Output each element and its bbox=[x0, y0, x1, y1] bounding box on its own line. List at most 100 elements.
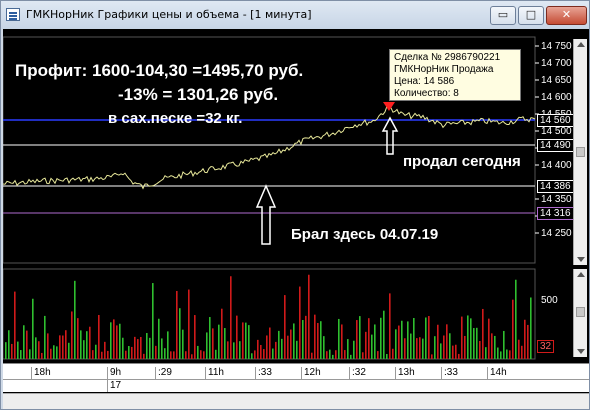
volume-bar bbox=[119, 323, 121, 359]
maximize-button[interactable]: □ bbox=[518, 6, 544, 25]
volume-bar bbox=[344, 350, 346, 359]
volume-bar bbox=[422, 338, 424, 359]
volume-bar bbox=[347, 339, 349, 359]
volume-bar bbox=[62, 335, 64, 359]
volume-bar bbox=[314, 314, 316, 359]
bought-annotation: Брал здесь 04.07.19 bbox=[291, 226, 439, 243]
volume-bar bbox=[371, 334, 373, 359]
price-tick: 14 400 bbox=[541, 160, 572, 171]
volume-bar bbox=[383, 310, 385, 359]
volume-bar bbox=[392, 348, 394, 359]
volume-bar bbox=[107, 350, 109, 359]
volume-tick: 500 bbox=[541, 295, 558, 306]
volume-bar bbox=[482, 308, 484, 359]
volume-bar bbox=[185, 351, 187, 359]
scroll-up-icon[interactable] bbox=[577, 272, 585, 277]
price-level-box: 14 560 bbox=[537, 114, 574, 127]
volume-bar bbox=[269, 327, 271, 359]
volume-bar bbox=[215, 349, 217, 359]
volume-bar bbox=[488, 318, 490, 359]
volume-bar bbox=[503, 330, 505, 359]
volume-bar bbox=[455, 344, 457, 359]
scroll-thumb[interactable] bbox=[576, 147, 585, 157]
volume-bar bbox=[143, 353, 145, 359]
scroll-up-icon[interactable] bbox=[577, 42, 585, 47]
volume-bar bbox=[479, 341, 481, 359]
volume-bar bbox=[311, 352, 313, 359]
volume-bar bbox=[434, 336, 436, 359]
price-tick: 14 600 bbox=[541, 92, 572, 103]
volume-bar bbox=[77, 318, 79, 359]
volume-bar bbox=[359, 316, 361, 359]
volume-bar bbox=[131, 346, 133, 359]
volume-bar bbox=[329, 349, 331, 359]
volume-bar bbox=[8, 330, 10, 359]
volume-bar bbox=[275, 341, 277, 359]
volume-bar bbox=[476, 327, 478, 359]
window-title: ГМКНорНик Графики цены и объема - [1 мин… bbox=[26, 8, 312, 21]
volume-bar bbox=[176, 290, 178, 359]
restore-button[interactable]: ▭ bbox=[490, 6, 516, 25]
close-button[interactable]: ✕ bbox=[546, 6, 587, 25]
volume-bar bbox=[122, 337, 124, 359]
volume-bar bbox=[80, 330, 82, 359]
volume-bar bbox=[20, 350, 22, 359]
volume-bar bbox=[194, 315, 196, 359]
volume-bar bbox=[197, 345, 199, 359]
volume-bar bbox=[218, 324, 220, 359]
scroll-down-icon[interactable] bbox=[577, 349, 585, 354]
volume-bar bbox=[173, 351, 175, 359]
volume-bar bbox=[320, 321, 322, 359]
volume-bar bbox=[161, 338, 163, 359]
volume-bar bbox=[446, 324, 448, 359]
scroll-down-icon[interactable] bbox=[577, 257, 585, 262]
volume-bar bbox=[416, 338, 418, 359]
volume-bar bbox=[158, 318, 160, 359]
tooltip-instrument: ГМКНорНик Продажа bbox=[394, 64, 494, 75]
price-tick: 14 700 bbox=[541, 58, 572, 69]
volume-pane-scrollbar[interactable] bbox=[573, 269, 587, 357]
volume-bar bbox=[116, 325, 118, 359]
volume-bar bbox=[212, 328, 214, 359]
volume-bar bbox=[149, 337, 151, 359]
volume-bar bbox=[401, 320, 403, 359]
volume-bar bbox=[515, 279, 517, 359]
volume-bar bbox=[146, 333, 148, 359]
volume-bar bbox=[281, 338, 283, 359]
chart-area[interactable]: Профит: 1600-104,30 =1495,70 руб. -13% =… bbox=[3, 29, 589, 409]
volume-bar bbox=[389, 293, 391, 359]
volume-bar bbox=[260, 344, 262, 359]
sand-annotation: в сах.песке =32 кг. bbox=[108, 110, 243, 127]
price-series-line bbox=[3, 105, 536, 190]
volume-bar bbox=[506, 349, 508, 359]
volume-bar bbox=[179, 308, 181, 359]
volume-bar bbox=[335, 350, 337, 359]
scroll-thumb[interactable] bbox=[576, 307, 585, 317]
horizontal-scrollbar[interactable] bbox=[3, 393, 589, 409]
title-bar[interactable]: ГМКНорНик Графики цены и объема - [1 мин… bbox=[1, 1, 589, 29]
volume-bar bbox=[47, 333, 49, 359]
volume-bar bbox=[530, 297, 532, 359]
price-tick: 14 250 bbox=[541, 228, 572, 239]
volume-bar bbox=[278, 330, 280, 359]
volume-bar bbox=[248, 325, 250, 359]
volume-bar bbox=[338, 318, 340, 359]
sold-arrow-icon bbox=[381, 116, 399, 155]
price-line bbox=[3, 105, 536, 190]
volume-bar bbox=[155, 345, 157, 359]
volume-bar bbox=[263, 349, 265, 359]
volume-bar bbox=[299, 286, 301, 359]
volume-bar bbox=[449, 333, 451, 359]
volume-bar bbox=[500, 351, 502, 359]
volume-bar bbox=[485, 347, 487, 359]
price-level-box: 14 490 bbox=[537, 139, 574, 152]
volume-bar bbox=[497, 347, 499, 359]
volume-bar bbox=[83, 340, 85, 359]
volume-bar bbox=[137, 339, 139, 359]
volume-bar bbox=[110, 322, 112, 359]
volume-bar bbox=[323, 336, 325, 359]
volume-bar bbox=[65, 330, 67, 359]
volume-bar bbox=[101, 351, 103, 359]
price-pane-scrollbar[interactable] bbox=[573, 39, 587, 265]
volume-bar bbox=[302, 320, 304, 359]
